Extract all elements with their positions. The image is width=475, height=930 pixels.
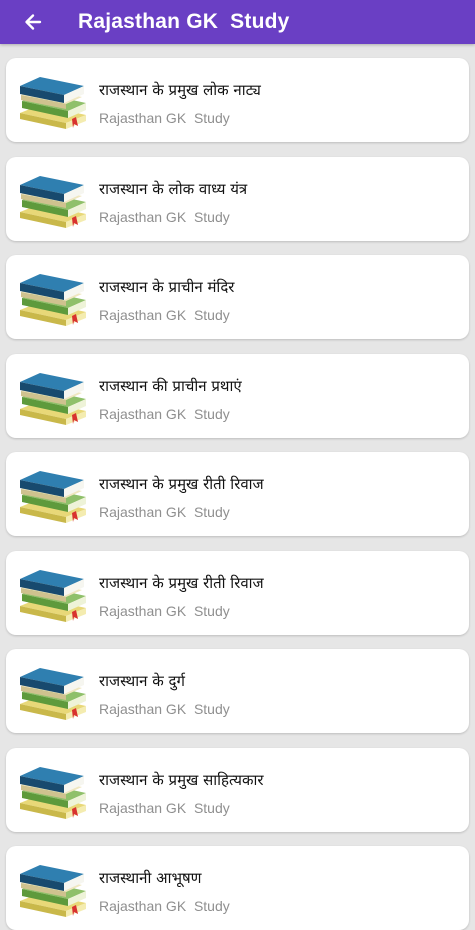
item-title: राजस्थानी आभूषण <box>99 869 202 887</box>
item-title: राजस्थान के लोक वाध्य यंत्र <box>99 179 248 198</box>
item-subtitle: Rajasthan GK Study <box>99 208 230 225</box>
item-subtitle: Rajasthan GK Study <box>99 307 230 323</box>
item-title: राजस्थान की प्राचीन प्रथाएं <box>99 376 242 395</box>
list-item[interactable]: राजस्थान के प्रमुख रीती रिवाज Rajasthan … <box>6 550 469 635</box>
list-item[interactable]: राजस्थानी आभूषण Rajasthan GK Study <box>6 846 469 930</box>
books-stack-icon <box>20 274 86 326</box>
arrow-left-icon <box>25 14 42 30</box>
app-title: Rajasthan GK Study <box>78 10 290 33</box>
item-subtitle: Rajasthan GK Study <box>99 799 230 816</box>
item-title: राजस्थान के प्रमुख साहित्यकार <box>99 770 264 789</box>
books-stack-icon <box>20 471 86 523</box>
books-stack-icon <box>20 569 86 622</box>
item-subtitle: Rajasthan GK Study <box>99 110 230 126</box>
list-item[interactable]: राजस्थान के लोक वाध्य यंत्र Rajasthan GK… <box>6 156 469 241</box>
list-item[interactable]: राजस्थान के प्रमुख साहित्यकार Rajasthan … <box>6 747 469 832</box>
books-stack-icon <box>20 372 86 425</box>
item-title: राजस्थान के प्राचीन मंदिर <box>99 278 235 296</box>
item-title: राजस्थान के प्रमुख रीती रिवाज <box>99 475 264 493</box>
books-stack-icon <box>20 175 86 228</box>
list-item[interactable]: राजस्थान के प्रमुख रीती रिवाज Rajasthan … <box>6 452 469 536</box>
books-stack-icon <box>20 77 86 129</box>
list-item[interactable]: राजस्थान के प्रमुख लोक नाट्य Rajasthan G… <box>6 58 469 142</box>
item-title: राजस्थान के प्रमुख रीती रिवाज <box>99 573 264 592</box>
list-item[interactable]: राजस्थान के दुर्ग Rajasthan GK Study <box>6 649 469 733</box>
item-subtitle: Rajasthan GK Study <box>99 504 230 520</box>
books-stack-icon <box>20 865 86 917</box>
item-title: राजस्थान के प्रमुख लोक नाट्य <box>99 81 261 99</box>
item-subtitle: Rajasthan GK Study <box>99 701 230 717</box>
item-subtitle: Rajasthan GK Study <box>99 405 230 422</box>
books-stack-icon <box>20 766 86 819</box>
list-item[interactable]: राजस्थान की प्राचीन प्रथाएं Rajasthan GK… <box>6 353 469 438</box>
back-button[interactable] <box>18 7 48 37</box>
books-stack-icon <box>20 668 86 720</box>
item-subtitle: Rajasthan GK Study <box>99 898 230 914</box>
item-subtitle: Rajasthan GK Study <box>99 602 230 619</box>
item-title: राजस्थान के दुर्ग <box>99 672 185 690</box>
app-bar: Rajasthan GK Study <box>0 0 475 44</box>
list-item[interactable]: राजस्थान के प्राचीन मंदिर Rajasthan GK S… <box>6 255 469 339</box>
